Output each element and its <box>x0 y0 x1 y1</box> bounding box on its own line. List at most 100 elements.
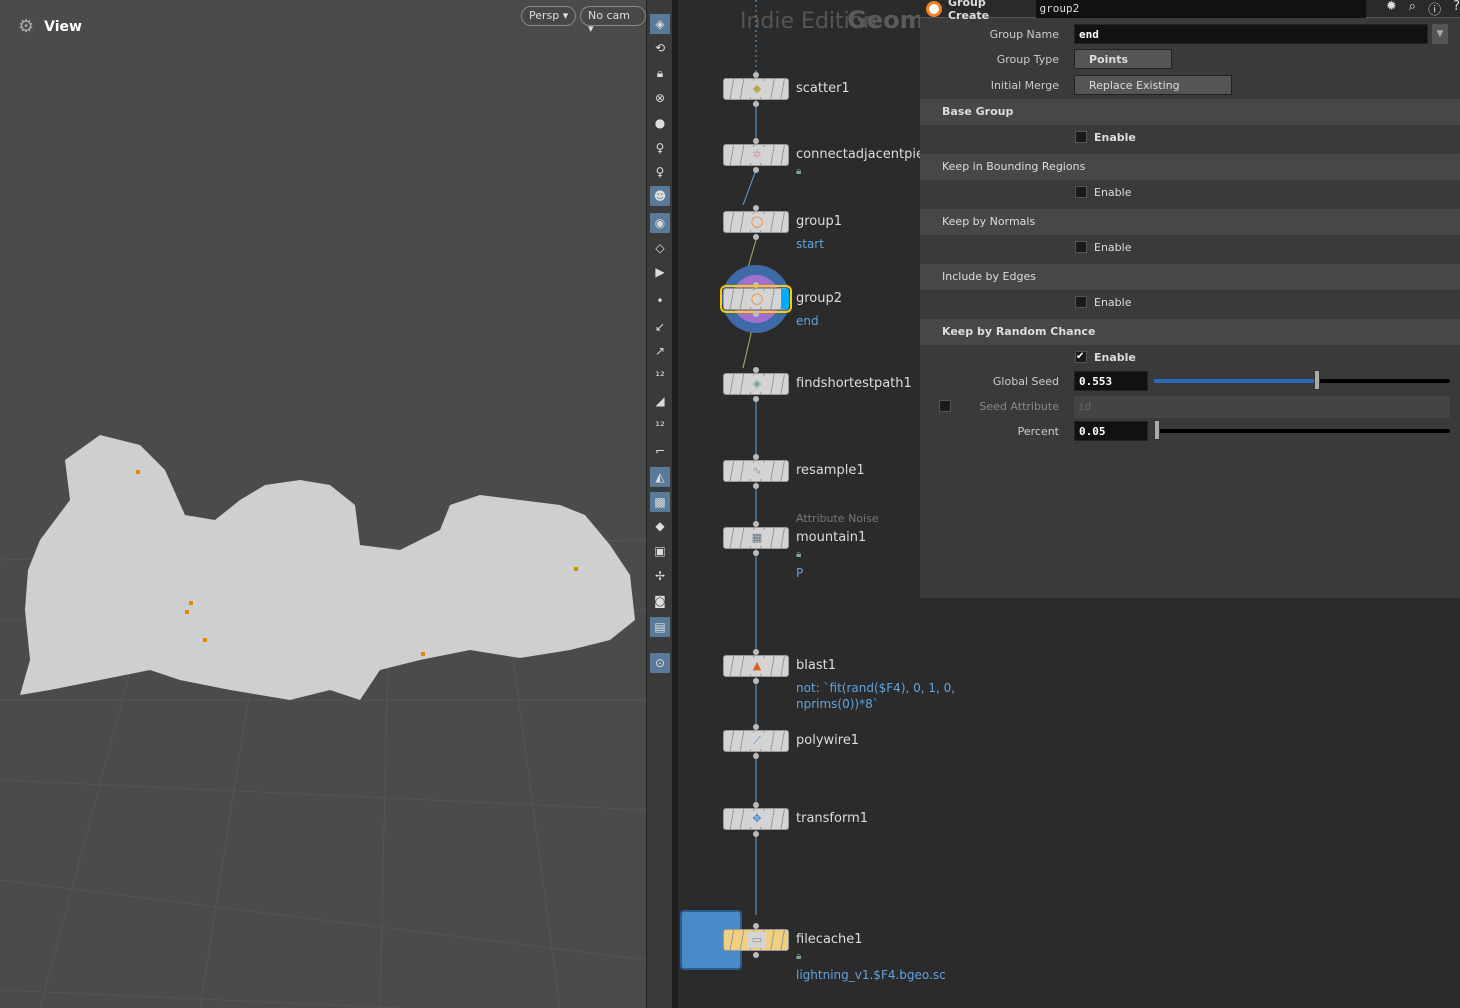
output-connector[interactable] <box>753 167 759 173</box>
light-icon[interactable]: ♀ <box>650 138 670 158</box>
bounding-enable-checkbox[interactable] <box>1075 186 1087 198</box>
initial-merge-label: Initial Merge <box>990 79 1059 92</box>
node-name-label: connectadjacentpie <box>796 147 924 162</box>
node-comment: lightning_v1.$F4.bgeo.sc <box>796 968 946 982</box>
seed-attribute-field: id <box>1074 396 1450 418</box>
section-bounding[interactable]: Keep in Bounding Regions <box>920 154 1460 180</box>
bounding-icon[interactable]: ▣ <box>650 541 670 561</box>
info-icon[interactable]: ⓘ <box>1428 0 1441 18</box>
node-comment: not: `fit(rand($F4), 0, 1, 0, nprims(0))… <box>796 681 956 711</box>
screenshot-icon[interactable]: ▤ <box>650 617 670 637</box>
headlight-icon[interactable]: ♀ <box>650 162 670 182</box>
point-normals-icon[interactable]: ↙ <box>650 317 670 337</box>
node-mountain1[interactable]: ▦ <box>723 527 789 549</box>
snapping-icon[interactable]: ⟲ <box>650 38 670 58</box>
edges-enable-checkbox[interactable] <box>1075 296 1087 308</box>
output-connector[interactable] <box>753 678 759 684</box>
node-group1[interactable]: ◯ <box>723 211 789 233</box>
global-seed-field[interactable]: 0.553 <box>1074 371 1148 391</box>
node-name-label: group1 <box>796 214 843 229</box>
camera-icon: ⚙ <box>18 16 35 37</box>
output-connector[interactable] <box>753 483 759 489</box>
prim-normals-icon[interactable]: ↗ <box>650 341 670 361</box>
slider-handle[interactable] <box>1314 370 1320 390</box>
base-group-enable-checkbox[interactable] <box>1075 131 1087 143</box>
lock-icon[interactable]: 🔒︎ <box>650 63 670 83</box>
global-seed-label: Global Seed <box>992 375 1059 388</box>
node-connectadjacentpie[interactable]: ✲ <box>723 144 789 166</box>
enable-label: Enable <box>1094 186 1132 199</box>
random-enable-checkbox[interactable]: ✔ <box>1075 351 1087 363</box>
camera-dropdown[interactable]: No cam ▾ <box>580 6 646 35</box>
output-connector[interactable] <box>753 550 759 556</box>
gear-icon[interactable]: ✹ <box>1386 0 1397 18</box>
node-filecache1[interactable]: ▭ <box>723 929 789 951</box>
normals-enable-checkbox[interactable] <box>1075 241 1087 253</box>
node-group2[interactable]: ◯ <box>720 285 792 313</box>
section-random-chance[interactable]: Keep by Random Chance <box>920 319 1460 345</box>
node-name-field[interactable]: group2 <box>1036 0 1366 18</box>
uv-icon[interactable]: ◭ <box>650 467 670 487</box>
node-findshortestpath1[interactable]: ◈ <box>723 373 789 395</box>
blast-icon: ▲ <box>748 658 766 674</box>
node-name-label: resample1 <box>796 463 865 478</box>
node-type-label: Attribute Noise <box>796 512 879 525</box>
shading-icon[interactable]: ● <box>650 113 670 133</box>
group-icon: ◯ <box>748 214 766 230</box>
initial-merge-menu[interactable]: Replace Existing <box>1074 75 1232 95</box>
frame-icon[interactable]: ◙ <box>650 591 670 611</box>
transform-icon: ✥ <box>748 811 766 827</box>
camera-view-icon[interactable]: ▶ <box>650 262 670 282</box>
vector-icon[interactable]: ✢ <box>650 566 670 586</box>
hull-icon[interactable]: ⌐ <box>650 441 670 461</box>
param-header: Group Create group2 ✹ ⌕ ⓘ? <box>920 0 1460 22</box>
help-icon[interactable]: ? <box>1453 0 1460 18</box>
ghost-icon[interactable]: ⊗ <box>650 88 670 108</box>
node-scatter1[interactable]: ◆ <box>723 78 789 100</box>
node-resample1[interactable]: ∿ <box>723 460 789 482</box>
template-icon[interactable]: ◇ <box>650 238 670 258</box>
global-seed-slider[interactable] <box>1154 370 1450 390</box>
point-display-icon[interactable]: • <box>650 291 670 311</box>
output-connector[interactable] <box>753 396 759 402</box>
group-name-dropdown[interactable]: ▼ <box>1432 24 1448 44</box>
visualizer-icon[interactable]: ☻ <box>650 186 670 206</box>
point-numbers-icon[interactable]: ¹² <box>650 366 670 386</box>
resample-icon: ∿ <box>748 463 766 479</box>
node-polywire1[interactable]: ⟋ <box>723 730 789 752</box>
section-normals[interactable]: Keep by Normals <box>920 209 1460 235</box>
shortest-path-icon: ◈ <box>748 376 766 392</box>
wireframe-icon[interactable]: ◆ <box>650 516 670 536</box>
search-icon[interactable]: ⌕ <box>1409 0 1416 18</box>
enable-label: Enable <box>1094 296 1132 309</box>
prim-numbers-icon[interactable]: ¹² <box>650 416 670 436</box>
persp-dropdown[interactable]: Persp ▾ <box>521 6 577 26</box>
3d-viewport[interactable]: ⚙ View Persp ▾ No cam ▾ <box>0 0 646 1008</box>
group-type-menu[interactable]: Points <box>1074 49 1172 69</box>
seed-attribute-checkbox[interactable] <box>939 400 951 412</box>
viewport-title-text: View <box>44 18 82 35</box>
output-connector[interactable] <box>753 753 759 759</box>
slider-handle[interactable] <box>1154 420 1160 440</box>
percent-field[interactable]: 0.05 <box>1074 421 1148 441</box>
node-name-label: group2 <box>796 291 843 306</box>
node-blast1[interactable]: ▲ <box>723 655 789 677</box>
texture-icon[interactable]: ▩ <box>650 492 670 512</box>
percent-slider[interactable] <box>1154 420 1450 440</box>
output-connector[interactable] <box>753 234 759 240</box>
output-connector[interactable] <box>753 311 759 317</box>
face-display-icon[interactable]: ◢ <box>650 391 670 411</box>
section-edges[interactable]: Include by Edges <box>920 264 1460 290</box>
output-connector[interactable] <box>753 952 759 958</box>
output-connector[interactable] <box>753 101 759 107</box>
display-options-icon[interactable]: ◈ <box>650 14 670 34</box>
enable-label: Enable <box>1094 241 1132 254</box>
group-name-field[interactable]: end <box>1074 24 1428 44</box>
pin-icon[interactable]: ⊙ <box>650 653 670 673</box>
lock-icon: 🔒︎ <box>796 166 802 177</box>
background-icon[interactable]: ◉ <box>650 213 670 233</box>
lock-icon: 🔒︎ <box>796 549 802 560</box>
section-base-group[interactable]: Base Group <box>920 99 1460 125</box>
node-transform1[interactable]: ✥ <box>723 808 789 830</box>
output-connector[interactable] <box>753 831 759 837</box>
